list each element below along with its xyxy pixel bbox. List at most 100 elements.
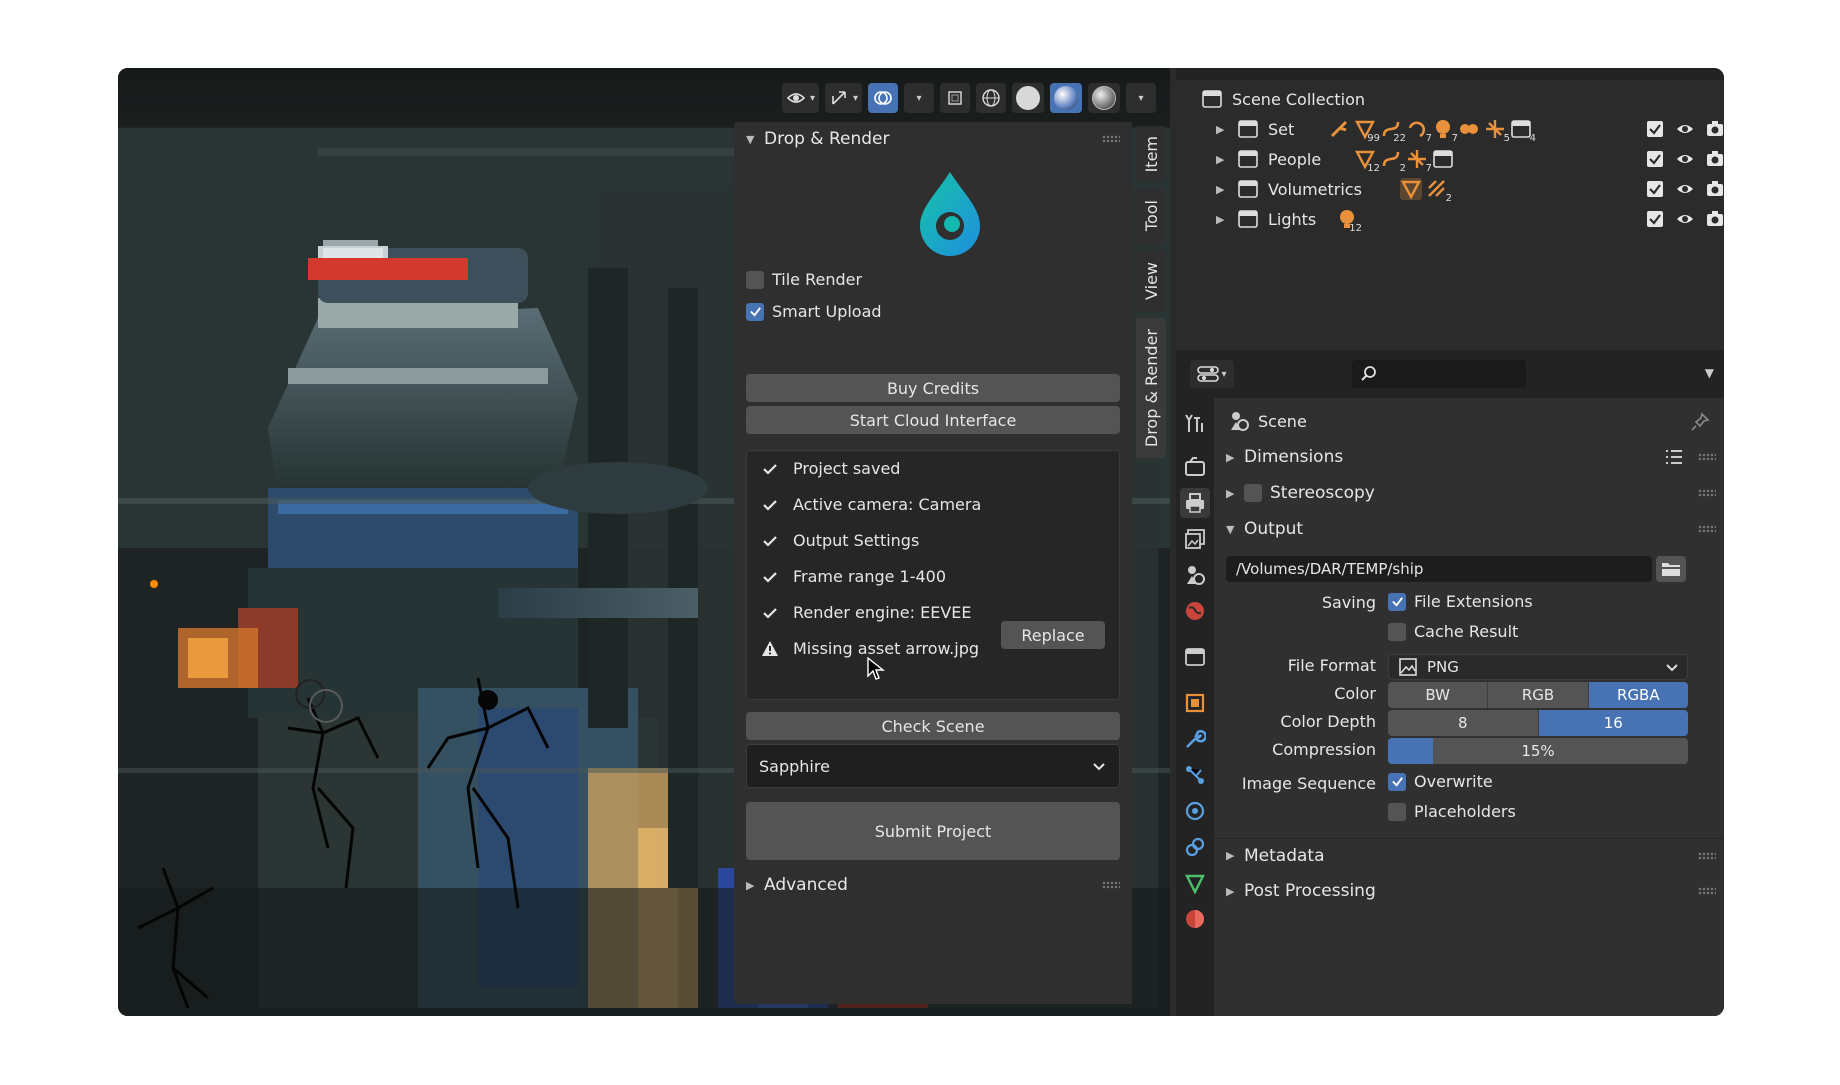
drop-render-header[interactable]: ▼ Drop & Render (734, 122, 1132, 156)
color-rgba-option[interactable]: RGBA (1588, 682, 1688, 708)
gizmo-dropdown[interactable]: ▾ (824, 83, 862, 113)
child-collection-icon[interactable] (1432, 148, 1454, 170)
editor-type-dropdown[interactable]: ▾ (1190, 360, 1234, 388)
properties-search-input[interactable] (1352, 360, 1526, 388)
start-cloud-interface-button[interactable]: Start Cloud Interface (746, 406, 1120, 434)
tab-view-layer[interactable] (1180, 524, 1210, 554)
outliner-row-people[interactable]: ▶ People 12 2 7 (1176, 144, 1724, 174)
tab-item[interactable]: Item (1136, 126, 1166, 182)
eye-icon[interactable] (1676, 120, 1694, 138)
tab-material[interactable] (1180, 904, 1210, 934)
output-path-field[interactable]: /Volumes/DAR/TEMP/ship (1226, 556, 1652, 582)
drag-grip-icon[interactable] (1698, 489, 1716, 497)
metadata-section-header[interactable]: ▶ Metadata (1214, 838, 1724, 872)
overlays-dropdown[interactable]: ▾ (904, 83, 934, 113)
smart-upload-row[interactable]: Smart Upload (746, 302, 882, 321)
tile-render-checkbox[interactable] (746, 270, 764, 289)
tab-data[interactable] (1180, 868, 1210, 898)
expand-triangle-icon[interactable]: ▶ (1216, 123, 1224, 136)
camera-icon[interactable] (1706, 180, 1724, 198)
eye-icon[interactable] (1676, 150, 1694, 168)
compression-slider[interactable]: 15% (1388, 738, 1688, 764)
cache-result-checkbox[interactable] (1388, 622, 1406, 641)
mesh-icon[interactable]: 12 (1354, 148, 1380, 174)
armature-icon[interactable] (1328, 118, 1350, 140)
file-extensions-row[interactable]: File Extensions (1388, 592, 1533, 611)
expand-triangle-icon[interactable]: ▶ (1216, 153, 1224, 166)
buy-credits-button[interactable]: Buy Credits (746, 374, 1120, 402)
dimensions-section-header[interactable]: ▶ Dimensions (1214, 440, 1724, 474)
outliner-row-lights[interactable]: ▶ Lights 12 (1176, 204, 1724, 234)
3d-viewport[interactable]: ▾ ▾ ▾ ▾ ▼ Drop & Render Tile Render Smar… (118, 68, 1170, 1016)
empty-icon[interactable]: 5 (1484, 118, 1510, 144)
exclude-checkbox-icon[interactable] (1646, 120, 1664, 138)
check-scene-button[interactable]: Check Scene (746, 712, 1120, 740)
expand-triangle-icon[interactable]: ▶ (1216, 183, 1224, 196)
tile-render-row[interactable]: Tile Render (746, 270, 862, 289)
expand-triangle-icon[interactable]: ▶ (1216, 213, 1224, 226)
tab-particles[interactable] (1180, 760, 1210, 790)
shading-rendered[interactable] (1088, 83, 1120, 113)
tab-physics[interactable] (1180, 796, 1210, 826)
tab-tool[interactable]: Tool (1136, 188, 1166, 244)
exclude-checkbox-icon[interactable] (1646, 180, 1664, 198)
color-bw-option[interactable]: BW (1388, 682, 1489, 708)
color-depth-8-option[interactable]: 8 (1388, 710, 1539, 736)
shading-solid[interactable] (1012, 83, 1044, 113)
file-format-dropdown[interactable]: PNG (1388, 654, 1688, 680)
outliner-row-set[interactable]: ▶ Set 99 22 7 7 5 4 (1176, 114, 1724, 144)
camera-icon[interactable] (1706, 210, 1724, 228)
mesh-icon[interactable] (1400, 178, 1422, 200)
tab-drop-render[interactable]: Drop & Render (1136, 318, 1166, 458)
child-collection-icon[interactable]: 4 (1510, 118, 1536, 144)
tab-tool-settings[interactable] (1180, 408, 1210, 438)
stereoscopy-checkbox[interactable] (1244, 484, 1262, 502)
drag-grip-icon[interactable] (1698, 851, 1716, 860)
tab-modifiers[interactable] (1180, 724, 1210, 754)
browse-folder-button[interactable] (1656, 556, 1686, 582)
file-extensions-checkbox[interactable] (1388, 592, 1406, 611)
cache-result-row[interactable]: Cache Result (1388, 622, 1518, 641)
eye-icon[interactable] (1676, 210, 1694, 228)
placeholders-row[interactable]: Placeholders (1388, 802, 1516, 821)
drag-grip-icon[interactable] (1698, 887, 1716, 895)
xray-toggle[interactable] (940, 83, 970, 113)
color-rgb-option[interactable]: RGB (1488, 682, 1589, 708)
camera-icon[interactable] (1706, 150, 1724, 168)
placeholders-checkbox[interactable] (1388, 802, 1406, 821)
overwrite-row[interactable]: Overwrite (1388, 772, 1493, 791)
advanced-section-header[interactable]: ▶ Advanced (734, 868, 1132, 902)
eye-icon[interactable] (1676, 180, 1694, 198)
smart-upload-checkbox[interactable] (746, 302, 764, 321)
submit-project-button[interactable]: Submit Project (746, 802, 1120, 860)
stereoscopy-section-header[interactable]: ▶ Stereoscopy (1214, 476, 1724, 510)
particles-icon[interactable]: 2 (1426, 178, 1452, 204)
exclude-checkbox-icon[interactable] (1646, 150, 1664, 168)
shading-dropdown[interactable]: ▾ (1126, 83, 1156, 113)
tab-render[interactable] (1180, 452, 1210, 482)
mesh-icon[interactable]: 99 (1354, 118, 1380, 144)
tab-world[interactable] (1180, 596, 1210, 626)
color-depth-16-option[interactable]: 16 (1538, 710, 1688, 736)
exclude-checkbox-icon[interactable] (1646, 210, 1664, 228)
curve-icon[interactable]: 2 (1380, 148, 1406, 174)
tab-object[interactable] (1180, 688, 1210, 718)
scene-collection-row[interactable]: Scene Collection (1176, 84, 1724, 114)
presets-list-icon[interactable] (1664, 448, 1684, 466)
visibility-dropdown[interactable]: ▾ (781, 83, 819, 113)
light-icon[interactable]: 7 (1432, 118, 1458, 144)
empty-icon[interactable]: 7 (1406, 148, 1432, 174)
overwrite-checkbox[interactable] (1388, 772, 1406, 791)
output-section-header[interactable]: ▼ Output (1214, 512, 1724, 546)
shading-material-preview[interactable] (1050, 83, 1082, 113)
render-preset-dropdown[interactable]: Sapphire (746, 744, 1120, 788)
metaball-icon[interactable] (1458, 118, 1480, 140)
drag-grip-icon[interactable] (1698, 525, 1716, 533)
drag-grip-icon[interactable] (1102, 135, 1120, 143)
shading-wireframe[interactable] (976, 83, 1006, 113)
tab-constraints[interactable] (1180, 832, 1210, 862)
curve-alt-icon[interactable]: 7 (1406, 118, 1432, 144)
curve-icon[interactable]: 22 (1380, 118, 1406, 144)
replace-button[interactable]: Replace (1001, 621, 1105, 649)
drag-grip-icon[interactable] (1698, 453, 1716, 461)
